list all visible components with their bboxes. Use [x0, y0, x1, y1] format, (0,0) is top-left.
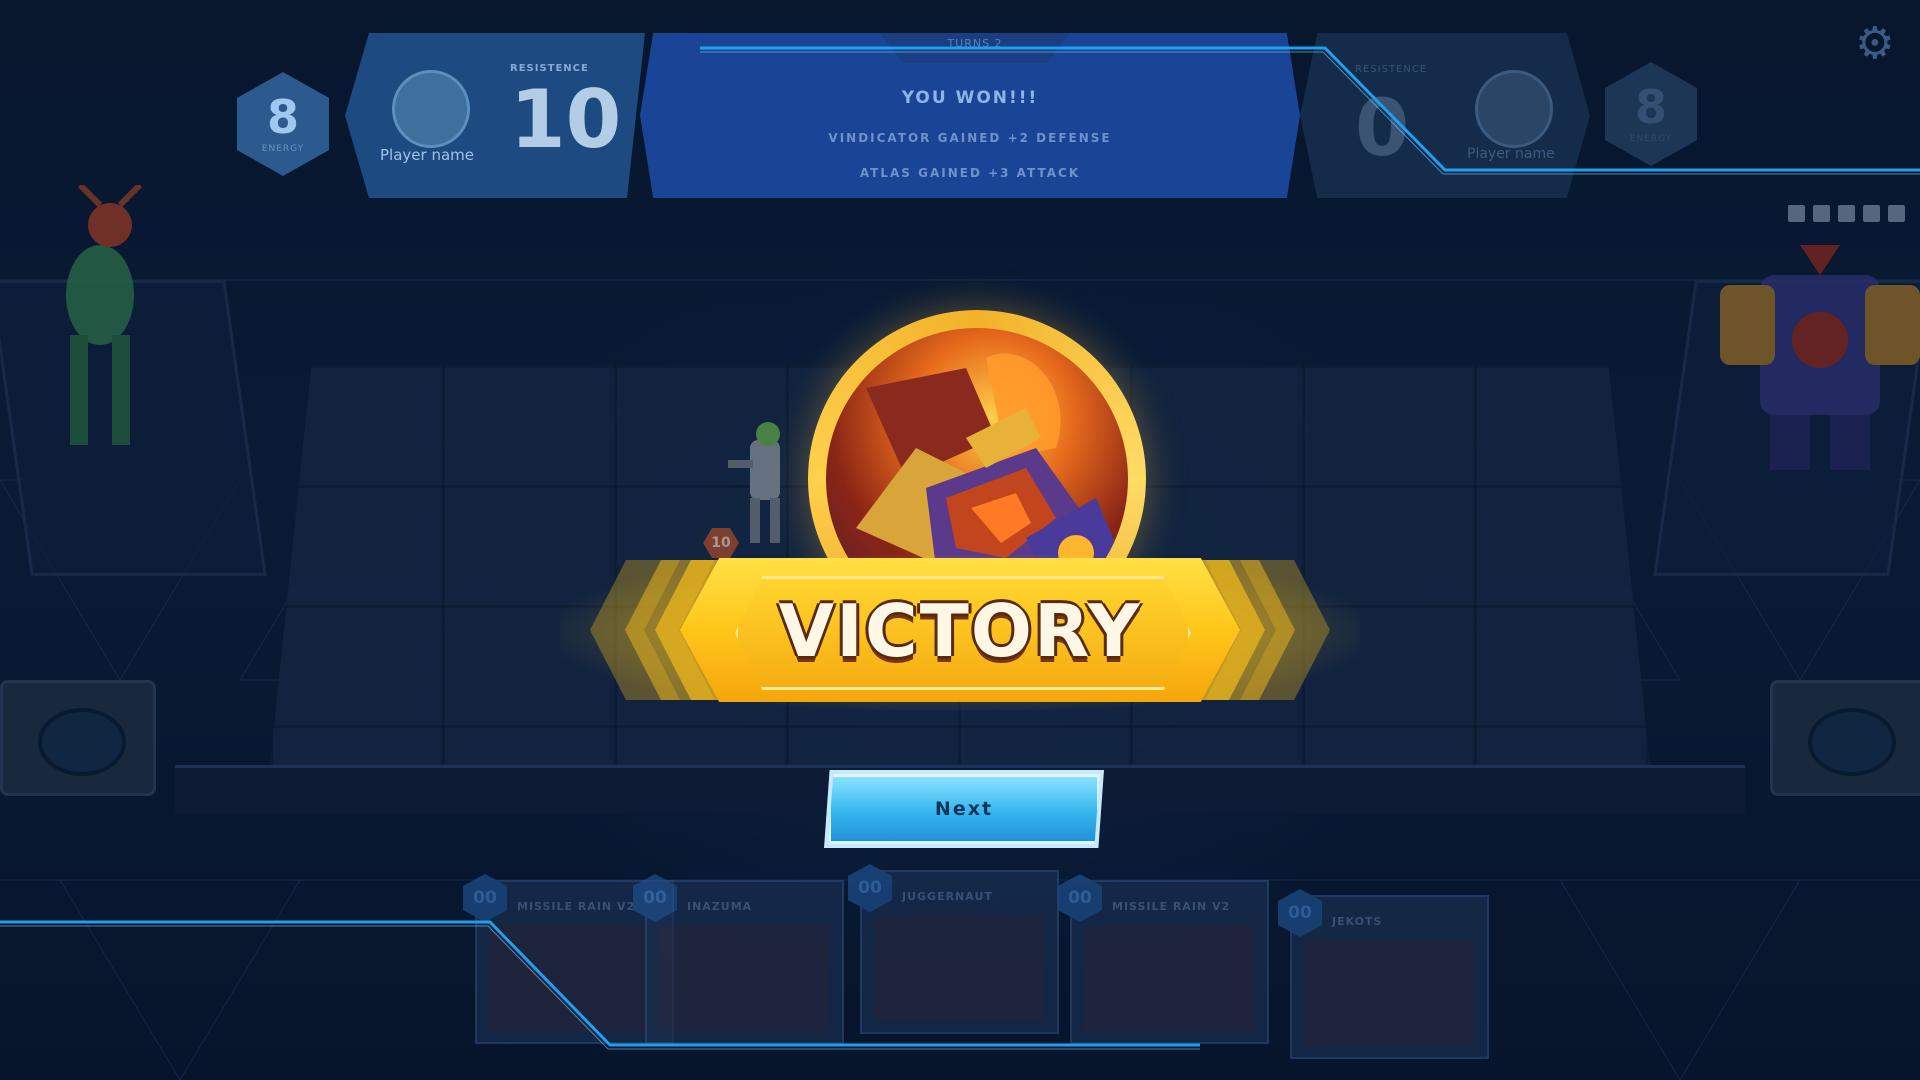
- turn-indicator: TURNS 2: [880, 33, 1070, 63]
- turn-dot: [1888, 205, 1905, 222]
- victory-title: VICTORY: [778, 589, 1142, 673]
- hand-card: 00 JEKOTS: [1278, 889, 1489, 1059]
- message-title: YOU WON!!!: [901, 88, 1039, 108]
- next-button[interactable]: Next: [828, 774, 1100, 844]
- card-name: MISSILE RAIN V2: [517, 900, 636, 913]
- card-art: [659, 926, 829, 1031]
- message-line-defense: VINDICATOR GAINED +2 DEFENSE: [828, 131, 1112, 145]
- card-name: JEKOTS: [1332, 915, 1383, 928]
- player-energy-value: 8: [266, 90, 299, 144]
- hand-card: 00 JUGGERNAUT: [848, 864, 1059, 1034]
- player-resistance-value: 10: [510, 73, 622, 166]
- card-art: [1304, 941, 1474, 1046]
- turn-dot: [1863, 205, 1880, 222]
- turn-dot: [1813, 205, 1830, 222]
- message-line-attack: ATLAS GAINED +3 ATTACK: [859, 166, 1081, 180]
- opponent-resistance-value: 0: [1355, 84, 1410, 174]
- card-name: JUGGERNAUT: [902, 890, 993, 903]
- turn-dot: [1838, 205, 1855, 222]
- card-art: [1084, 926, 1254, 1031]
- card-art: [489, 926, 659, 1031]
- opponent-energy-label: ENERGY: [1629, 134, 1673, 144]
- card-name: INAZUMA: [687, 900, 753, 913]
- gear-icon[interactable]: ⚙: [1855, 22, 1894, 66]
- hand-card: 00 INAZUMA: [633, 874, 844, 1044]
- card-name: MISSILE RAIN V2: [1112, 900, 1231, 913]
- opponent-avatar: [1475, 70, 1553, 148]
- player-avatar: [392, 70, 470, 148]
- opponent-name: Player name: [1467, 146, 1555, 162]
- player-energy-label: ENERGY: [261, 144, 305, 154]
- turn-progress-dots: [1788, 205, 1905, 222]
- opponent-resistance-label: RESISTENCE: [1355, 64, 1428, 75]
- opponent-energy-value: 8: [1634, 80, 1667, 134]
- turn-dot: [1788, 205, 1805, 222]
- card-art: [874, 916, 1044, 1021]
- hand-card: 00 MISSILE RAIN V2: [1058, 874, 1269, 1044]
- player-name: Player name: [380, 146, 474, 164]
